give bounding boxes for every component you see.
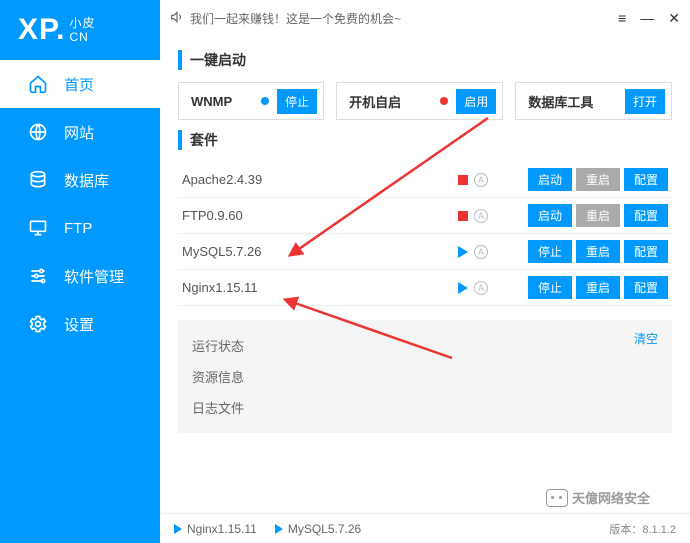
window-controls: ≡ — ✕ (618, 10, 680, 27)
service-config-button[interactable]: 配置 (624, 240, 668, 263)
stop-icon (458, 211, 468, 221)
sidebar: XP. 小皮 CN 首页网站数据库 FTP 软件管理设置 (0, 0, 160, 543)
dbtool-label: 数据库工具 (528, 92, 593, 111)
logo-sub-bottom: CN (70, 30, 96, 44)
home-icon (28, 74, 50, 94)
service-status: A (458, 245, 528, 259)
sidebar-item-label: 数据库 (64, 170, 109, 191)
sidebar-item-label: FTP (64, 220, 92, 237)
sidebar-item-ftp[interactable]: FTP (0, 204, 160, 252)
quickstart-row: WNMP 停止 开机自启 启用 数据库工具 打开 (178, 82, 672, 120)
speaker-icon (170, 10, 184, 27)
sidebar-item-label: 软件管理 (64, 266, 124, 287)
service-restart-button[interactable]: 重启 (576, 168, 620, 191)
logo: XP. 小皮 CN (0, 0, 160, 60)
footer-service: Nginx1.15.11 (174, 522, 257, 536)
info-a-icon: A (474, 281, 488, 295)
info-a-icon: A (474, 173, 488, 187)
sidebar-item-label: 首页 (64, 74, 94, 95)
service-restart-button[interactable]: 重启 (576, 204, 620, 227)
status-dot-icon (261, 97, 269, 105)
main: 我们一起来赚钱！这是一个免费的机会~ ≡ — ✕ 一键启动 WNMP 停止 开机… (160, 0, 690, 543)
service-start-button[interactable]: 启动 (528, 204, 572, 227)
gear-icon (28, 314, 50, 334)
wnmp-stop-button[interactable]: 停止 (277, 89, 317, 114)
titlebar: 我们一起来赚钱！这是一个免费的机会~ ≡ — ✕ (160, 0, 690, 36)
autostart-enable-button[interactable]: 启用 (456, 89, 496, 114)
dbtool-open-button[interactable]: 打开 (625, 89, 665, 114)
announcement-text: 我们一起来赚钱！这是一个免费的机会~ (190, 10, 401, 27)
content: 一键启动 WNMP 停止 开机自启 启用 数据库工具 打开 套件 Apache2… (160, 36, 690, 513)
minimize-icon[interactable]: — (640, 10, 654, 27)
sliders-icon (28, 266, 50, 286)
service-status: A (458, 281, 528, 295)
info-a-icon: A (474, 209, 488, 223)
info-a-icon: A (474, 245, 488, 259)
play-icon (174, 524, 182, 534)
status-dot-icon (440, 97, 448, 105)
clear-link[interactable]: 清空 (634, 330, 658, 347)
sidebar-item-db[interactable]: 数据库 (0, 156, 160, 204)
logo-sub-top: 小皮 (70, 16, 96, 30)
dbtool-box: 数据库工具 打开 (515, 82, 672, 120)
close-icon[interactable]: ✕ (668, 10, 680, 27)
service-row: FTP0.9.60 A 启动重启配置 (178, 198, 672, 234)
service-name: Nginx1.15.11 (182, 280, 458, 295)
play-icon (275, 524, 283, 534)
panel-resource[interactable]: 资源信息 (192, 361, 658, 392)
info-panel: 清空 运行状态 资源信息 日志文件 (178, 320, 672, 433)
play-icon (458, 282, 468, 294)
service-row: Apache2.4.39 A 启动重启配置 (178, 162, 672, 198)
section-quickstart-title: 一键启动 (178, 50, 672, 70)
service-start-button[interactable]: 停止 (528, 276, 572, 299)
service-restart-button[interactable]: 重启 (576, 276, 620, 299)
footer: Nginx1.15.11 MySQL5.7.26 版本：8.1.1.2 (160, 513, 690, 543)
logo-big: XP. (18, 13, 66, 47)
service-restart-button[interactable]: 重启 (576, 240, 620, 263)
service-start-button[interactable]: 启动 (528, 168, 572, 191)
service-name: Apache2.4.39 (182, 172, 458, 187)
sidebar-item-label: 网站 (64, 122, 94, 143)
service-row: MySQL5.7.26 A 停止重启配置 (178, 234, 672, 270)
service-name: MySQL5.7.26 (182, 244, 458, 259)
autostart-label: 开机自启 (349, 92, 401, 111)
sidebar-item-setting[interactable]: 设置 (0, 300, 160, 348)
play-icon (458, 246, 468, 258)
ftp-icon (28, 218, 50, 238)
service-row: Nginx1.15.11 A 停止重启配置 (178, 270, 672, 306)
service-config-button[interactable]: 配置 (624, 168, 668, 191)
autostart-box: 开机自启 启用 (336, 82, 503, 120)
service-status: A (458, 173, 528, 187)
menu-icon[interactable]: ≡ (618, 10, 626, 27)
sidebar-item-home[interactable]: 首页 (0, 60, 160, 108)
wnmp-box: WNMP 停止 (178, 82, 324, 120)
service-status: A (458, 209, 528, 223)
globe-icon (28, 122, 50, 142)
sidebar-item-site[interactable]: 网站 (0, 108, 160, 156)
section-kits-title: 套件 (178, 130, 672, 150)
service-config-button[interactable]: 配置 (624, 204, 668, 227)
panel-status[interactable]: 运行状态 (192, 330, 658, 361)
wnmp-label: WNMP (191, 94, 232, 109)
database-icon (28, 170, 50, 190)
version-text: 版本：8.1.1.2 (609, 521, 676, 537)
service-name: FTP0.9.60 (182, 208, 458, 223)
service-config-button[interactable]: 配置 (624, 276, 668, 299)
sidebar-item-soft[interactable]: 软件管理 (0, 252, 160, 300)
service-start-button[interactable]: 停止 (528, 240, 572, 263)
stop-icon (458, 175, 468, 185)
panel-logs[interactable]: 日志文件 (192, 392, 658, 423)
footer-service: MySQL5.7.26 (275, 522, 361, 536)
sidebar-item-label: 设置 (64, 314, 94, 335)
